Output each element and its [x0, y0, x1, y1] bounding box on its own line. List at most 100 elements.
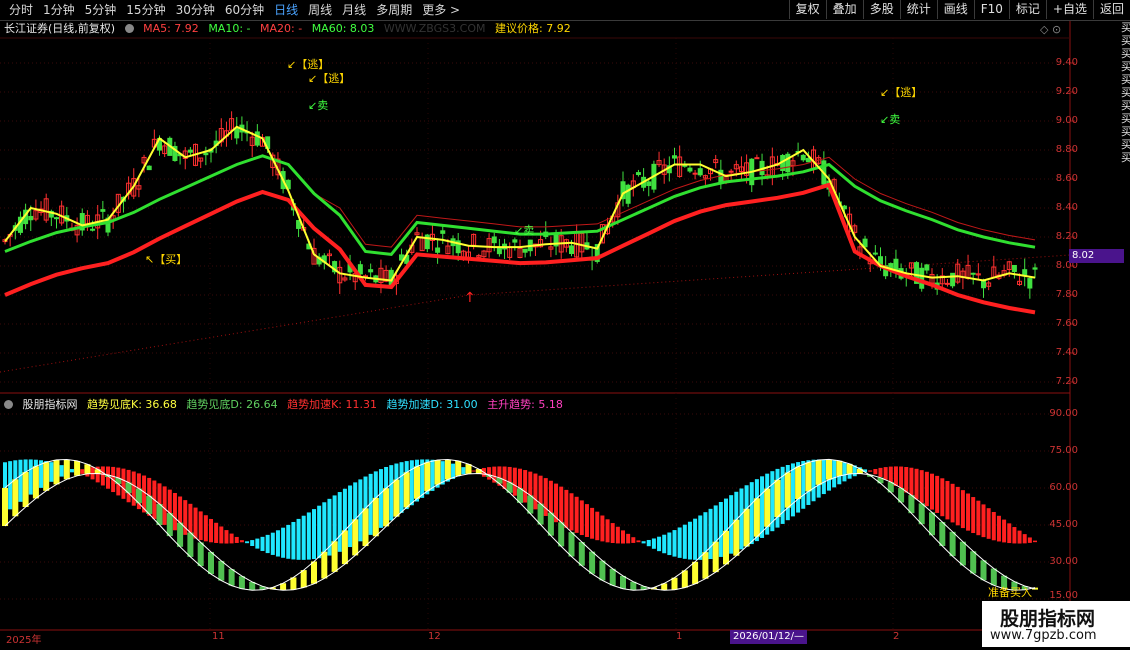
indicator-bar: [811, 459, 816, 502]
indicator-bar: [631, 537, 636, 543]
indicator-bar: [1017, 530, 1022, 544]
indicator-bar: [966, 493, 971, 531]
kd-bar: [197, 542, 204, 567]
indicator-bar: [935, 475, 940, 513]
kd-bar: [414, 466, 420, 499]
indicator-bar: [209, 519, 213, 543]
watermark-title: 股朋指标网: [1000, 608, 1096, 630]
indicator-bar: [924, 471, 929, 507]
candle-body: [672, 155, 677, 159]
candle-body: [888, 263, 894, 269]
indicator-bar: [790, 463, 795, 517]
kd-bar: [620, 575, 626, 589]
indicator-bar: [646, 539, 651, 547]
indicator-bar: [600, 515, 605, 542]
candle-body: [635, 172, 641, 176]
indicator-bar: [739, 488, 744, 550]
indicator-bar: [564, 489, 569, 528]
indicator-bar: [265, 534, 270, 554]
kd-bar: [218, 560, 225, 581]
kd-bar: [455, 460, 462, 476]
indicator-bar: [667, 532, 672, 556]
kd-bar: [331, 541, 338, 572]
candle-body: [28, 215, 34, 221]
indicator-bar: [234, 536, 239, 543]
indicator-bar: [409, 460, 414, 506]
candle-body: [522, 248, 528, 253]
candle-body: [805, 157, 811, 163]
indicator-bar: [590, 507, 595, 539]
kd-bar: [228, 569, 235, 586]
candle-body: [944, 282, 950, 285]
indicator-bar: [286, 524, 291, 559]
indicator-bar: [219, 526, 224, 544]
indicator-bar: [1033, 540, 1037, 543]
kd-bar: [290, 577, 297, 590]
candle-body: [1032, 267, 1038, 270]
indicator-bar: [512, 467, 517, 496]
indicator-bar: [955, 486, 960, 526]
indicator-bar: [976, 500, 981, 536]
indicator-bar: [878, 467, 883, 477]
escape-signal: ↙【逃】: [308, 72, 351, 85]
kd-bar: [970, 551, 977, 574]
chart-canvas[interactable]: [0, 0, 1130, 650]
settings-circle-icon[interactable]: [4, 400, 13, 409]
buy-signal: ↖【买】: [145, 253, 188, 266]
indicator-bar: [559, 486, 564, 526]
kd-bar: [208, 551, 214, 575]
indicator-bar: [991, 511, 996, 541]
kd-bar: [238, 576, 245, 589]
ind-tick: 90.00: [1049, 408, 1078, 419]
current-price-tag: 8.02: [1069, 249, 1124, 263]
indicator-bar: [250, 540, 255, 546]
price-tick: 8.40: [1055, 202, 1078, 213]
time-tick: 1: [676, 631, 683, 642]
cursor-date: 2026/01/12/—: [730, 630, 808, 644]
candle-body: [754, 157, 760, 160]
indicator-bar: [172, 492, 177, 531]
up-arrow-icon: ↑: [464, 290, 476, 306]
kd-bar: [609, 568, 616, 586]
indicator-title[interactable]: 股朋指标网: [23, 398, 78, 411]
kd-bar: [166, 513, 173, 537]
kd-bar: [177, 522, 184, 547]
indicator-bar: [399, 462, 404, 513]
price-tick: 7.60: [1055, 318, 1078, 329]
candle-body: [100, 209, 106, 212]
indicator-bar: [306, 512, 311, 560]
kd-bar: [341, 530, 348, 565]
indicator-bar: [378, 469, 383, 528]
kd-bar: [424, 462, 431, 492]
kd-bar: [918, 503, 925, 525]
candle-body: [728, 170, 734, 173]
indicator-bar: [904, 466, 909, 493]
indicator-bar: [523, 470, 528, 503]
candle-body: [146, 165, 152, 171]
indicator-bar: [59, 465, 64, 477]
indicator-bar: [584, 504, 589, 537]
kd-bar: [733, 519, 740, 556]
indicator-bar: [69, 469, 74, 473]
indicator-bar: [981, 504, 986, 538]
main-trend-value: 主升趋势: 5.18: [487, 398, 563, 411]
kd-bar: [764, 488, 771, 527]
sell-signal: ↙卖: [880, 113, 901, 126]
candle-body: [435, 247, 441, 253]
price-tick: 7.20: [1055, 376, 1078, 387]
candle-body: [919, 267, 925, 289]
indicator-bar: [821, 459, 826, 495]
kd-bar: [929, 512, 935, 536]
kd-bar: [671, 577, 678, 590]
time-tick: 11: [212, 631, 225, 642]
indicator-bar: [883, 467, 888, 480]
kd-bar: [558, 522, 565, 547]
kd-bar: [393, 479, 400, 517]
watermark-url: www.7gpzb.com: [990, 628, 1097, 643]
time-tick: 12: [428, 631, 441, 642]
kd-bar: [805, 462, 812, 492]
indicator-bar: [358, 479, 363, 542]
indicator-bar: [245, 541, 250, 544]
ind-tick: 45.00: [1049, 519, 1078, 530]
kd-bar: [321, 551, 328, 579]
